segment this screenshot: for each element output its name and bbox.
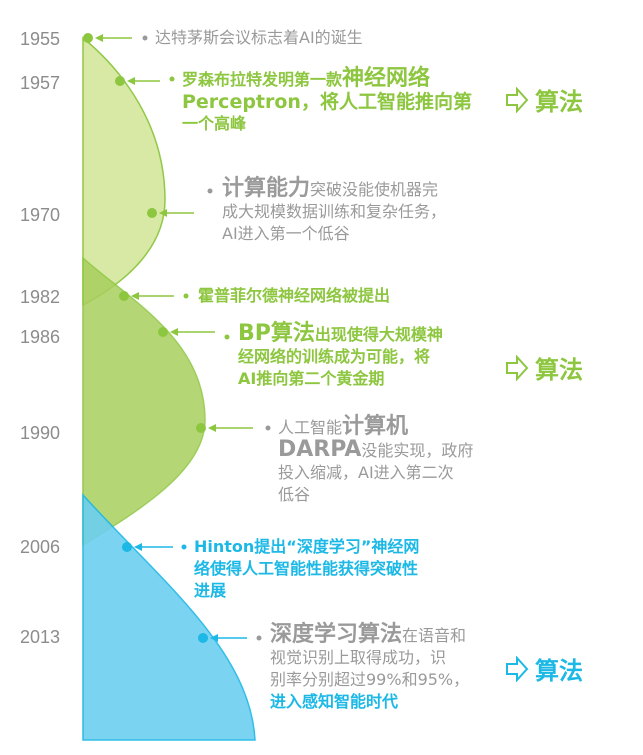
year-label-1970: 1970 (20, 205, 61, 225)
arrow-1982 (131, 292, 189, 300)
event-1990-line3: 投入缩减，AI进入第二次 (278, 463, 454, 482)
event-2013-line2: 视觉识别上取得成功，识 (270, 648, 447, 667)
event-1957-em: 神经网络 (342, 66, 431, 91)
event-1970-line2: 成大规模数据训练和复杂任务， (222, 202, 447, 221)
event-1982: 霍普菲尔德神经网络被提出 (198, 285, 390, 307)
event-1970-em: 计算能力 (222, 176, 311, 201)
wave-deep-learning (82, 493, 256, 741)
algorithm-tag-1: 算法 (505, 82, 583, 117)
algorithm-tag-1-label: 算法 (535, 88, 583, 116)
algorithm-tag-3: 算法 (505, 651, 583, 686)
event-1957: 罗森布拉特发明第一款神经网络 Perceptron，将人工智能推向第 一个高峰 (182, 68, 502, 135)
arrow-1986 (170, 328, 230, 340)
event-1986-line1: 出现使得大规模神 (314, 325, 443, 344)
year-label-1957: 1957 (20, 73, 61, 93)
arrow-1990 (208, 424, 271, 432)
event-2013: 深度学习算法在语音和 视觉识别上取得成功，识 别率分别超过99%和95%， 进入… (270, 624, 520, 713)
arrow-2013 (210, 634, 262, 642)
outline-arrow-icon (506, 655, 529, 682)
event-1990-line4: 低谷 (278, 485, 311, 504)
dot-2013 (198, 633, 208, 643)
year-label-1986: 1986 (20, 327, 61, 347)
arrow-1957 (127, 76, 175, 85)
event-2013-em: 深度学习算法 (270, 622, 403, 647)
event-1970: 计算能力突破没能使机器完 成大规模数据训练和复杂任务， AI进入第一个低谷 (222, 178, 512, 245)
event-2006: Hinton提出“深度学习”神经网 络使得人工智能性能获得突破性 进展 (194, 536, 494, 602)
algorithm-tag-2: 算法 (505, 350, 583, 385)
algorithm-tag-3-label: 算法 (535, 657, 583, 685)
year-label-2013: 2013 (20, 627, 61, 647)
event-1986-em: BP算法 (238, 321, 315, 346)
event-2013-line4: 进入感知智能时代 (270, 692, 399, 711)
event-1986: BP算法出现使得大规模神 经网络的训练成为可能，将 AI推向第二个黄金期 (238, 323, 508, 390)
event-1990-em: 计算机 (342, 414, 409, 439)
dot-1990 (196, 423, 206, 433)
outline-arrow-icon (506, 86, 529, 113)
event-2006-line2: 络使得人工智能性能获得突破性 (194, 559, 419, 578)
event-1990-line2: 没能实现，政府 (361, 441, 474, 460)
dot-1986 (158, 327, 168, 337)
event-2013-line3: 别率分别超过99%和95%， (270, 670, 470, 689)
event-2006-line3: 进展 (194, 581, 227, 600)
event-1990-line1: 人工智能 (278, 418, 343, 437)
event-1970-line3: AI进入第一个低谷 (222, 224, 350, 243)
algorithm-tag-2-label: 算法 (535, 356, 583, 384)
event-1955-text: 达特茅斯会议标志着AI的诞生 (155, 28, 363, 47)
year-label-1990: 1990 (20, 423, 61, 443)
event-1955: 达特茅斯会议标志着AI的诞生 (155, 27, 363, 49)
arrow-1970 (159, 188, 213, 217)
event-1957-line3: 一个高峰 (182, 114, 247, 133)
event-1990: 人工智能计算机 DARPA没能实现，政府 投入缩减，AI进入第二次 低谷 (278, 416, 528, 506)
event-1957-line2: Perceptron，将人工智能推向第 (182, 91, 472, 113)
dot-1955 (83, 33, 93, 43)
dot-1957 (115, 76, 125, 86)
dot-1970 (147, 208, 157, 218)
dot-1982 (119, 291, 129, 301)
year-label-2006: 2006 (20, 537, 61, 557)
outline-arrow-icon (506, 354, 529, 381)
event-2006-line1: Hinton提出“深度学习”神经网 (194, 537, 420, 556)
event-2013-line1: 在语音和 (402, 626, 467, 645)
wave-second-peak (82, 256, 206, 547)
arrow-1955 (95, 34, 148, 42)
year-label-1955: 1955 (20, 29, 61, 49)
event-1986-line2: 经网络的训练成为可能，将 (238, 347, 431, 366)
event-1957-line1: 罗森布拉特发明第一款 (182, 70, 343, 89)
arrow-2006 (134, 543, 187, 551)
event-1990-darpa: DARPA (278, 437, 362, 462)
dot-2006 (122, 542, 132, 552)
event-1986-line3: AI推向第二个黄金期 (238, 369, 385, 388)
event-1982-text: 霍普菲尔德神经网络被提出 (198, 286, 391, 305)
event-1970-line1: 突破没能使机器完 (310, 180, 439, 199)
year-label-1982: 1982 (20, 287, 61, 307)
